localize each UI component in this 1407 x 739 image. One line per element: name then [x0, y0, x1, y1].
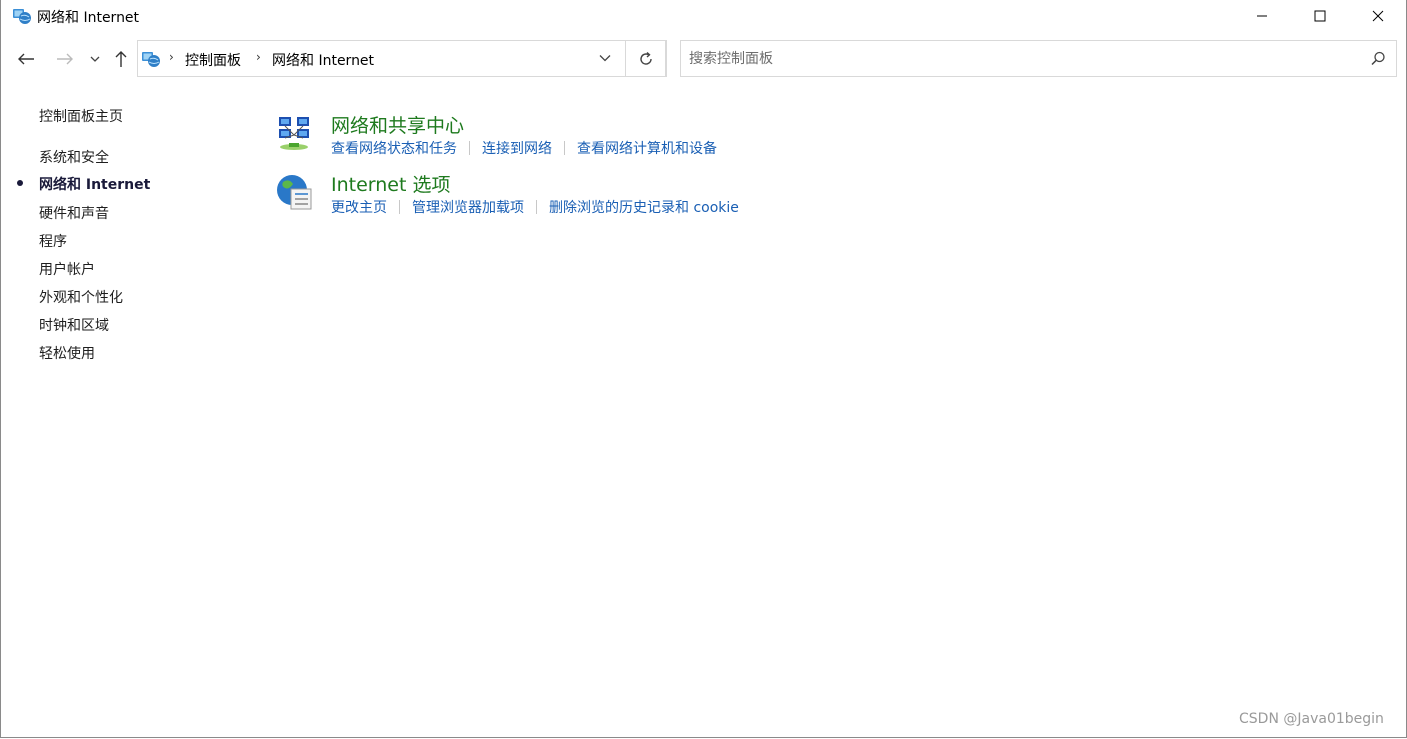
address-dropdown-button[interactable]: [596, 49, 614, 67]
close-button[interactable]: [1349, 0, 1407, 32]
arrow-left-icon: [18, 53, 34, 65]
link-divider: [564, 141, 565, 155]
arrow-up-icon: [115, 51, 127, 67]
control-panel-window: 网络和 Internet › 控制面板 › 网络和 Internet 搜索控制面…: [0, 0, 1407, 738]
arrow-right-icon: [57, 53, 73, 65]
link-delete-browsing-history[interactable]: 删除浏览的历史记录和 cookie: [549, 197, 739, 217]
link-divider: [399, 200, 400, 214]
sidebar-item-appearance[interactable]: 外观和个性化: [39, 287, 123, 307]
sidebar-item-ease-of-access[interactable]: 轻松使用: [39, 343, 95, 363]
chevron-down-icon: [599, 55, 611, 62]
refresh-icon: [640, 51, 652, 65]
refresh-button[interactable]: [625, 40, 667, 77]
back-button[interactable]: [15, 48, 37, 70]
section-links-network: 查看网络状态和任务 连接到网络 查看网络计算机和设备: [331, 138, 717, 158]
section-title-network-sharing-center[interactable]: 网络和共享中心: [331, 111, 464, 138]
link-change-homepage[interactable]: 更改主页: [331, 197, 387, 217]
link-divider: [469, 141, 470, 155]
search-input[interactable]: [689, 49, 1349, 69]
sidebar-item-clock-region[interactable]: 时钟和区域: [39, 315, 109, 335]
sidebar-item-control-panel-home[interactable]: 控制面板主页: [39, 106, 123, 126]
sidebar-item-hardware-sound[interactable]: 硬件和声音: [39, 203, 109, 223]
active-indicator: [17, 180, 23, 186]
section-title-internet-options[interactable]: Internet 选项: [331, 170, 450, 197]
breadcrumb-network-internet[interactable]: 网络和 Internet: [272, 50, 374, 70]
internet-options-icon[interactable]: [275, 172, 315, 212]
network-globe-icon: [13, 9, 31, 24]
chevron-down-icon: [90, 56, 100, 62]
section-links-internet-options: 更改主页 管理浏览器加载项 删除浏览的历史记录和 cookie: [331, 197, 739, 217]
link-view-network-status[interactable]: 查看网络状态和任务: [331, 138, 457, 158]
network-sharing-center-icon[interactable]: [275, 114, 315, 154]
maximize-button[interactable]: [1291, 0, 1349, 32]
address-bar[interactable]: › 控制面板 › 网络和 Internet: [137, 40, 666, 77]
recent-locations-button[interactable]: [86, 48, 104, 70]
title-bar: 网络和 Internet: [1, 0, 1406, 33]
close-icon: [1372, 10, 1384, 22]
search-icon[interactable]: [1369, 50, 1387, 68]
link-view-network-computers[interactable]: 查看网络计算机和设备: [577, 138, 717, 158]
link-divider: [536, 200, 537, 214]
minimize-icon: [1257, 15, 1267, 17]
link-connect-to-network[interactable]: 连接到网络: [482, 138, 552, 158]
breadcrumb-separator[interactable]: ›: [256, 50, 261, 64]
network-globe-icon: [142, 52, 160, 67]
window-title: 网络和 Internet: [37, 10, 140, 26]
up-button[interactable]: [110, 48, 132, 70]
sidebar-item-user-accounts[interactable]: 用户帐户: [39, 259, 95, 279]
sidebar-item-system-security[interactable]: 系统和安全: [39, 147, 109, 167]
watermark: CSDN @Java01begin: [1239, 711, 1384, 727]
navigation-bar: › 控制面板 › 网络和 Internet: [1, 38, 1406, 82]
search-box[interactable]: [680, 40, 1397, 77]
sidebar-item-programs[interactable]: 程序: [39, 231, 67, 251]
forward-button[interactable]: [54, 48, 76, 70]
sidebar-item-network-internet[interactable]: 网络和 Internet: [39, 174, 150, 194]
minimize-button[interactable]: [1233, 0, 1291, 32]
link-manage-add-ons[interactable]: 管理浏览器加载项: [412, 197, 524, 217]
breadcrumb-control-panel[interactable]: 控制面板: [185, 50, 241, 70]
breadcrumb-separator[interactable]: ›: [169, 50, 174, 64]
maximize-icon: [1314, 10, 1326, 22]
